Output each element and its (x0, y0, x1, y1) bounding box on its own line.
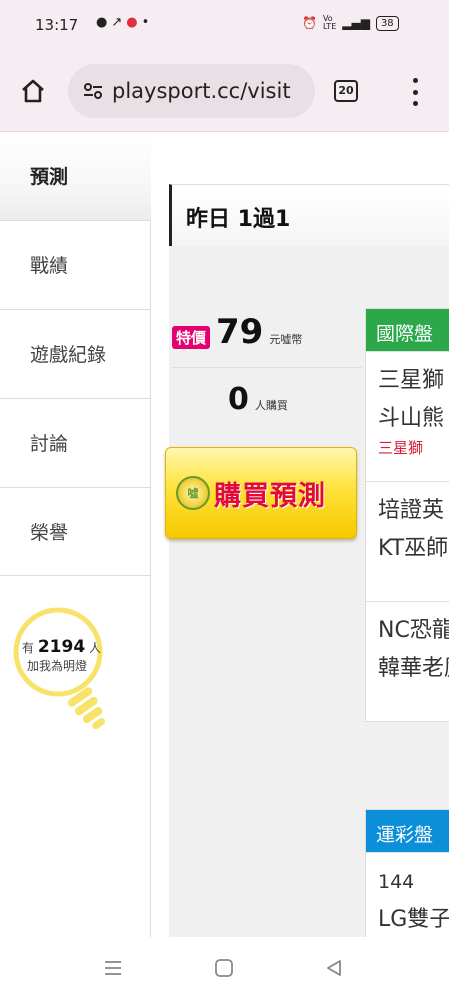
international-odds-card: 國際盤 三星獅 斗山熊 三星獅 培證英 KT巫師 NC恐龍 韓華老鷹 (365, 308, 449, 722)
match-row[interactable]: 三星獅 斗山熊 三星獅 (366, 351, 449, 481)
chat-icon: ● (96, 15, 112, 30)
browser-menu-button[interactable] (410, 78, 420, 106)
missed-call-icon: ↗ (111, 15, 127, 30)
buyers-label: 人購買 (254, 399, 288, 412)
home-nav-icon[interactable] (213, 957, 235, 979)
card-title: 運彩盤 (366, 810, 449, 852)
system-nav-bar (0, 937, 449, 1000)
buyers-count: 0 人購買 (228, 382, 288, 417)
lamp-count: 2194 (37, 637, 86, 657)
main-content: 昨日 1過1 特價 79 元噓幣 0 人購買 噓 購買預測 國際盤 三星獅 斗山… (152, 132, 449, 937)
sidebar-item-label: 戰績 (30, 255, 69, 277)
team-home: 三星獅 (378, 368, 445, 393)
price-value: 79 (216, 312, 264, 352)
sidebar-item-label: 遊戲紀錄 (30, 344, 107, 366)
sidebar-item-honor[interactable]: 榮譽 (0, 487, 151, 576)
browser-toolbar: playsport.cc/visit 20 (0, 50, 449, 132)
team-home: NC恐龍 (378, 618, 449, 643)
sidebar: 預測 戰績 遊戲紀錄 討論 榮譽 有 2194 人 加我為明燈 (0, 132, 151, 937)
sports-lottery-card: 運彩盤 144 LG雙子 (365, 809, 449, 937)
section-header: 昨日 1過1 (169, 184, 449, 246)
web-page: 預測 戰績 遊戲紀錄 討論 榮譽 有 2194 人 加我為明燈 昨日 1過1 特… (0, 132, 449, 937)
url-bar[interactable]: playsport.cc/visit (68, 64, 315, 118)
team-away: 斗山熊 (378, 406, 445, 431)
sidebar-item-record[interactable]: 戰績 (0, 220, 151, 309)
price-row: 特價 79 元噓幣 (172, 312, 302, 352)
divider (172, 367, 362, 368)
home-button[interactable] (18, 76, 48, 106)
team-home: 培證英 (378, 498, 445, 523)
status-time: 13:17 (35, 16, 79, 34)
coin-icon: 噓 (176, 476, 210, 510)
buy-prediction-button[interactable]: 噓 購買預測 (165, 447, 357, 539)
lamp-prefix: 有 (22, 641, 35, 655)
notification-icons: ●↗●• (96, 15, 153, 30)
sidebar-item-label: 榮譽 (30, 522, 69, 544)
lamp-suffix: 人 (89, 641, 102, 655)
battery-icon: 38 (375, 15, 399, 31)
dot-icon: • (141, 15, 154, 30)
home-icon (22, 79, 44, 103)
lamp-cta-text[interactable]: 加我為明燈 (27, 657, 87, 674)
volte-icon: Vo LTE (322, 14, 337, 31)
section-title: 昨日 1過1 (186, 207, 291, 232)
light-count-text[interactable]: 有 2194 人 (22, 637, 101, 657)
recent-apps-icon[interactable] (102, 957, 124, 979)
menu-dot (412, 101, 418, 106)
game-number: 144 (378, 871, 415, 893)
app-notification-icon: ● (126, 15, 142, 30)
match-row[interactable]: 培證英 KT巫師 (366, 481, 449, 601)
menu-dot (412, 78, 418, 83)
buyers-number: 0 (228, 382, 249, 417)
match-row[interactable]: 144 LG雙子 (366, 852, 449, 937)
alarm-icon: ⏰ (302, 16, 317, 30)
picked-team: 三星獅 (378, 439, 424, 457)
menu-dot (412, 89, 418, 95)
special-price-badge: 特價 (172, 326, 211, 349)
signal-4g-icon: ▂▄▆ (342, 16, 370, 30)
tab-switcher-button[interactable]: 20 (334, 80, 358, 102)
system-icons: ⏰ Vo LTE ▂▄▆ 38 (302, 15, 399, 31)
url-text: playsport.cc/visit (112, 79, 291, 103)
sidebar-item-discussion[interactable]: 討論 (0, 398, 151, 487)
price-unit: 元噓幣 (269, 333, 303, 346)
buy-prediction-label: 購買預測 (214, 480, 326, 512)
status-bar: 13:17 ●↗●• ⏰ Vo LTE ▂▄▆ 38 (0, 0, 449, 50)
back-icon[interactable] (323, 957, 345, 979)
site-settings-icon[interactable] (82, 80, 104, 102)
sidebar-item-label: 討論 (30, 433, 69, 455)
team-home: LG雙子 (378, 907, 449, 932)
card-title: 國際盤 (366, 309, 449, 351)
sidebar-item-label: 預測 (30, 166, 69, 188)
match-row[interactable]: NC恐龍 韓華老鷹 (366, 601, 449, 721)
team-away: KT巫師 (378, 536, 449, 561)
sidebar-item-game-log[interactable]: 遊戲紀錄 (0, 309, 151, 398)
team-away: 韓華老鷹 (378, 656, 449, 681)
sidebar-item-prediction[interactable]: 預測 (0, 132, 151, 220)
